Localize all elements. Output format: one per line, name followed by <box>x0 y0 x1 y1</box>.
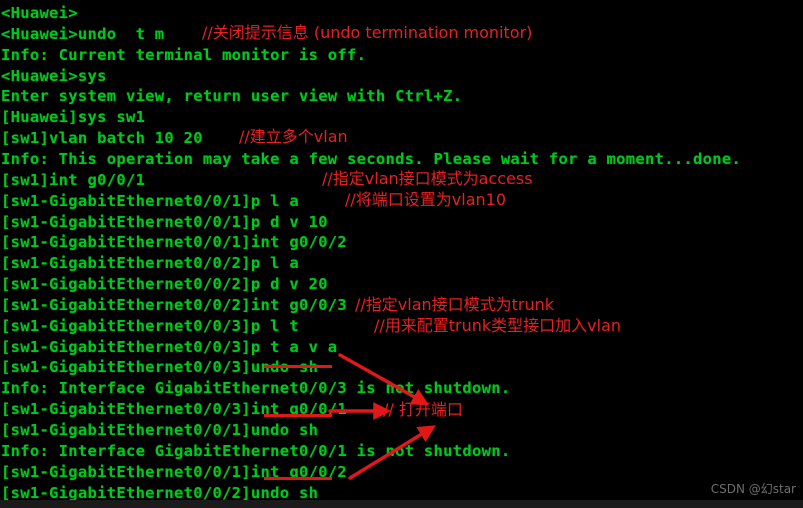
watermark: CSDN @幻star <box>710 482 796 496</box>
terminal-line: [sw1-GigabitEthernet0/0/3]p l t <box>1 316 299 335</box>
annotation-comment: //关闭提示信息 (undo termination monitor) <box>202 23 533 42</box>
terminal-line: [sw1-GigabitEthernet0/0/1]p d v 10 <box>1 212 328 231</box>
terminal-line: [sw1-GigabitEthernet0/0/2]int g0/0/3 <box>1 295 348 314</box>
terminal-screenshot: <Huawei> <Huawei>undo t m Info: Current te… <box>0 0 803 508</box>
annotation-comment: //指定vlan接口模式为trunk <box>355 295 555 314</box>
terminal-line: [sw1]vlan batch 10 20 <box>1 129 203 148</box>
terminal-line: [sw1-GigabitEthernet0/0/2]p l a <box>1 254 299 273</box>
terminal-line: [Huawei]sys sw1 <box>1 108 146 127</box>
annotation-comment: // 打开端口 <box>383 400 463 419</box>
terminal-line: Enter system view, return user view with… <box>1 87 463 106</box>
terminal-line: [sw1-GigabitEthernet0/0/1]p l a <box>1 191 299 210</box>
bottom-bar <box>0 500 803 508</box>
terminal-line: [sw1-GigabitEthernet0/0/2]p d v 20 <box>1 275 328 294</box>
annotation-comment: //建立多个vlan <box>239 127 348 146</box>
terminal-line: [sw1-GigabitEthernet0/0/1]int g0/0/2 <box>1 233 348 252</box>
terminal-line: [sw1-GigabitEthernet0/0/1]undo sh <box>1 421 319 439</box>
annotation-comment: //将端口设置为vlan10 <box>345 190 507 209</box>
terminal-line: Info: This operation may take a few seco… <box>1 149 742 168</box>
annotation-comment: //用来配置trunk类型接口加入vlan <box>374 316 622 335</box>
terminal-output[interactable]: <Huawei> <Huawei>undo t m Info: Current te… <box>0 0 803 508</box>
annotation-underline <box>264 414 332 417</box>
terminal-line: Info: Current terminal monitor is off. <box>1 45 367 64</box>
terminal-line: Info: Interface GigabitEthernet0/0/3 is … <box>1 379 511 398</box>
terminal-line: Info: Interface GigabitEthernet0/0/1 is … <box>1 441 511 460</box>
annotation-underline <box>264 477 332 480</box>
terminal-line: <Huawei> <box>1 4 78 22</box>
terminal-line: [sw1-GigabitEthernet0/0/3]p t a v a <box>1 337 338 356</box>
annotation-underline <box>264 365 332 368</box>
terminal-line: <Huawei>sys <box>1 66 107 85</box>
annotation-comment: //指定vlan接口模式为access <box>322 169 533 188</box>
terminal-line: [sw1]int g0/0/1 <box>1 170 146 189</box>
terminal-line: <Huawei>undo t m <box>1 24 165 43</box>
